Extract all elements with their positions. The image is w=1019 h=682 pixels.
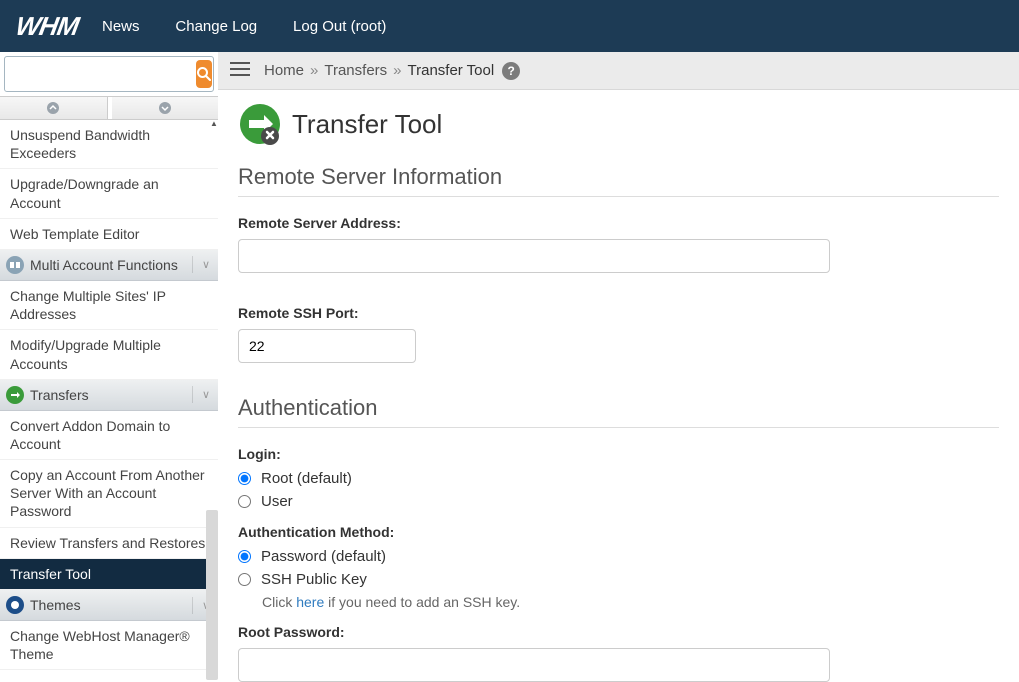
transfer-tool-icon — [238, 102, 282, 146]
login-label: Login: — [238, 446, 999, 462]
root-password-input[interactable] — [238, 648, 830, 682]
sidebar-item[interactable]: Review Transfers and Restores — [0, 528, 218, 559]
sidebar-item[interactable]: Web Template Editor — [0, 219, 218, 250]
remote-address-label: Remote Server Address: — [238, 215, 999, 231]
login-root-radio[interactable] — [238, 472, 251, 485]
search-icon — [196, 66, 212, 82]
search-row — [4, 56, 214, 92]
breadcrumb-current: Transfer Tool — [408, 62, 495, 79]
sidebar-group-themes[interactable]: Themes ∨ — [0, 590, 218, 621]
top-bar: WHM News Change Log Log Out (root) — [0, 0, 1019, 52]
authmethod-password-radio[interactable] — [238, 550, 251, 563]
whm-logo: WHM — [13, 11, 80, 42]
group-icon — [6, 256, 24, 274]
page-title: Transfer Tool — [292, 109, 442, 140]
sidebar-item[interactable]: Change WebHost Manager® Theme — [0, 621, 218, 670]
sidebar-item[interactable]: Convert Addon Domain to Account — [0, 411, 218, 460]
sidebar-item[interactable]: Copy an Account From Another Server With… — [0, 460, 218, 528]
remote-address-input[interactable] — [238, 239, 830, 273]
scrollbar-thumb[interactable] — [206, 510, 218, 680]
search-input[interactable] — [15, 60, 196, 88]
breadcrumb-section[interactable]: Transfers — [324, 62, 387, 79]
transfers-icon — [6, 386, 24, 404]
sshkey-hint-link[interactable]: here — [296, 594, 324, 610]
breadcrumb-home[interactable]: Home — [264, 62, 304, 79]
themes-icon — [6, 596, 24, 614]
nav-log-out[interactable]: Log Out (root) — [293, 18, 386, 35]
scroll-up-indicator: ▲ — [210, 120, 218, 128]
authmethod-sshkey-row[interactable]: SSH Public Key — [238, 571, 999, 588]
sidebar-item[interactable]: Unsuspend Bandwidth Exceeders — [0, 120, 218, 169]
authmethod-sshkey-radio[interactable] — [238, 573, 251, 586]
help-button[interactable]: ? — [502, 62, 520, 80]
root-password-label: Root Password: — [238, 624, 999, 640]
login-root-row[interactable]: Root (default) — [238, 470, 999, 487]
breadcrumb-bar: Home » Transfers » Transfer Tool ? — [218, 52, 1019, 90]
nav-news[interactable]: News — [102, 18, 140, 35]
collapse-all-button[interactable] — [0, 97, 108, 119]
nav-list: ▲ Unsuspend Bandwidth Exceeders Upgrade/… — [0, 120, 218, 680]
chevron-down-icon — [158, 101, 172, 115]
chevron-up-icon — [46, 101, 60, 115]
authmethod-password-label: Password (default) — [261, 548, 386, 565]
expand-all-button[interactable] — [112, 97, 219, 119]
chevron-down-icon: ∨ — [202, 388, 210, 401]
breadcrumb-sep: » — [393, 62, 401, 79]
sidebar-item[interactable]: Theme Manager — [0, 670, 218, 680]
page-title-row: Transfer Tool — [238, 102, 999, 146]
section-heading-auth: Authentication — [238, 395, 999, 428]
sidebar-item[interactable]: Modify/Upgrade Multiple Accounts — [0, 330, 218, 379]
top-nav: News Change Log Log Out (root) — [102, 18, 418, 35]
authmethod-label: Authentication Method: — [238, 524, 999, 540]
login-root-label: Root (default) — [261, 470, 352, 487]
chevron-down-icon: ∨ — [202, 258, 210, 271]
collapse-expand-row — [0, 96, 218, 120]
section-heading-remote: Remote Server Information — [238, 164, 999, 197]
ssh-port-input[interactable] — [238, 329, 416, 363]
search-button[interactable] — [196, 60, 212, 88]
sshkey-hint-pre: Click — [262, 594, 296, 610]
login-user-label: User — [261, 493, 293, 510]
main-content: Transfer Tool Remote Server Information … — [218, 90, 1019, 682]
hamburger-icon — [230, 61, 250, 77]
sidebar-group-label: Transfers — [30, 387, 89, 403]
sidebar-group-transfers[interactable]: Transfers ∨ — [0, 380, 218, 411]
sidebar-item-transfer-tool[interactable]: Transfer Tool — [0, 559, 218, 590]
sshkey-hint-post: if you need to add an SSH key. — [324, 594, 520, 610]
sidebar-item[interactable]: Change Multiple Sites' IP Addresses — [0, 281, 218, 330]
nav-change-log[interactable]: Change Log — [175, 18, 257, 35]
authmethod-sshkey-label: SSH Public Key — [261, 571, 367, 588]
sidebar-group-label: Multi Account Functions — [30, 257, 178, 273]
sshkey-hint: Click here if you need to add an SSH key… — [262, 594, 999, 610]
sidebar-item[interactable]: Upgrade/Downgrade an Account — [0, 169, 218, 218]
ssh-port-label: Remote SSH Port: — [238, 305, 999, 321]
breadcrumb-sep: » — [310, 62, 318, 79]
login-user-row[interactable]: User — [238, 493, 999, 510]
authmethod-password-row[interactable]: Password (default) — [238, 548, 999, 565]
sidebar-group-label: Themes — [30, 597, 81, 613]
sidebar: ▲ Unsuspend Bandwidth Exceeders Upgrade/… — [0, 52, 218, 682]
sidebar-group-multi-account[interactable]: Multi Account Functions ∨ — [0, 250, 218, 281]
login-user-radio[interactable] — [238, 495, 251, 508]
menu-toggle-button[interactable] — [230, 61, 250, 81]
